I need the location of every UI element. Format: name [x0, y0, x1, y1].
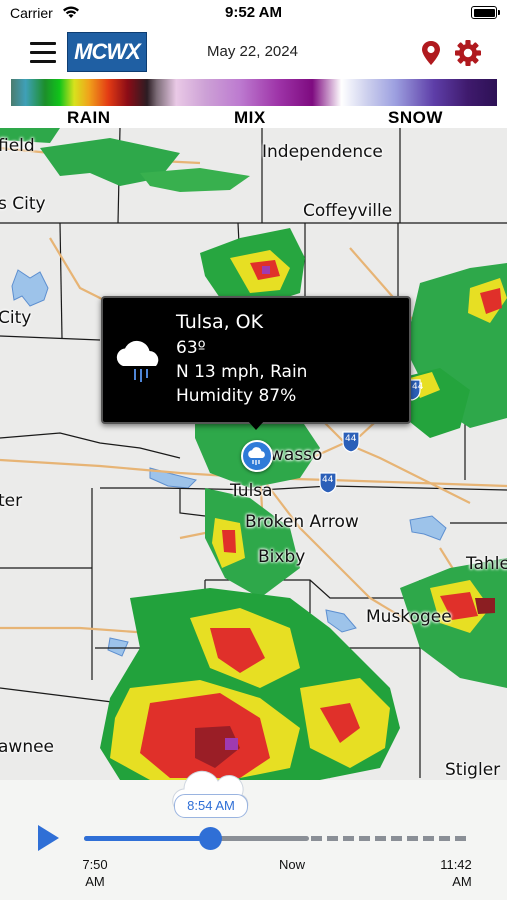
popup-location: Tulsa, OK: [176, 311, 264, 333]
now-label: Now: [278, 857, 305, 872]
popup-humidity: Humidity 87%: [176, 386, 297, 406]
city-label: Muskogee: [366, 607, 452, 627]
city-label: Stigler: [445, 760, 501, 780]
city-label: Tahle: [466, 554, 507, 574]
status-bar: Carrier 9:52 AM: [0, 0, 507, 28]
timeline-panel: 8:54 AM 7:50 AM Now 11:42 AM: [0, 770, 507, 900]
timeline-progress: [84, 836, 210, 841]
radar-map[interactable]: 44 44 44 field Independence s City Coffe…: [0, 128, 507, 780]
highway-shield-label: 44: [322, 475, 334, 485]
cloud-rain-icon: [248, 447, 265, 465]
popup-wind-condition: N 13 mph, Rain: [176, 362, 308, 382]
highway-shield-label: 44: [412, 382, 424, 392]
city-label: field: [0, 136, 35, 156]
current-location-marker[interactable]: [241, 440, 273, 472]
city-label: Bixby: [258, 547, 306, 567]
end-time-label: 11:42: [440, 857, 472, 872]
timeline-forecast-track[interactable]: [311, 836, 466, 841]
highway-shield-label: 44: [345, 434, 357, 444]
battery-icon: [471, 6, 500, 19]
timeline-scrubber-handle[interactable]: [199, 827, 222, 850]
menu-button[interactable]: [30, 42, 56, 64]
city-label: Tulsa: [230, 481, 273, 501]
start-time-label: 7:50: [82, 857, 108, 872]
city-label: City: [0, 308, 32, 328]
current-frame-time: 8:54 AM: [174, 794, 248, 818]
city-label: ter: [0, 491, 23, 511]
city-label: Independence: [262, 142, 383, 162]
city-label: awnee: [0, 737, 55, 757]
hamburger-icon: [30, 42, 56, 45]
city-label: s City: [0, 194, 46, 214]
legend-mix-label: MIX: [234, 108, 266, 127]
city-label: Coffeyville: [303, 201, 393, 221]
app-header: MCWX May 22, 2024: [0, 28, 507, 76]
popup-temperature: 63º: [176, 338, 206, 358]
start-ampm-label: AM: [85, 874, 105, 889]
location-pin-icon[interactable]: [420, 40, 442, 66]
popup-pointer: [247, 420, 265, 430]
clock: 9:52 AM: [225, 4, 282, 21]
settings-gear-icon[interactable]: [454, 39, 482, 67]
legend-rain-label: RAIN: [67, 108, 111, 127]
city-label: wasso: [270, 445, 323, 465]
city-label: Broken Arrow: [245, 512, 359, 532]
precip-legend: RAIN MIX SNOW: [0, 76, 507, 128]
cloud-rain-icon: [116, 340, 159, 382]
legend-snow-label: SNOW: [388, 108, 443, 127]
current-date: May 22, 2024: [207, 43, 298, 60]
play-icon[interactable]: [36, 824, 60, 852]
app-logo: MCWX: [67, 32, 147, 72]
precip-color-scale: [11, 79, 497, 106]
weather-popup[interactable]: Tulsa, OK 63º N 13 mph, Rain Humidity 87…: [101, 296, 411, 424]
end-ampm-label: AM: [452, 874, 472, 889]
